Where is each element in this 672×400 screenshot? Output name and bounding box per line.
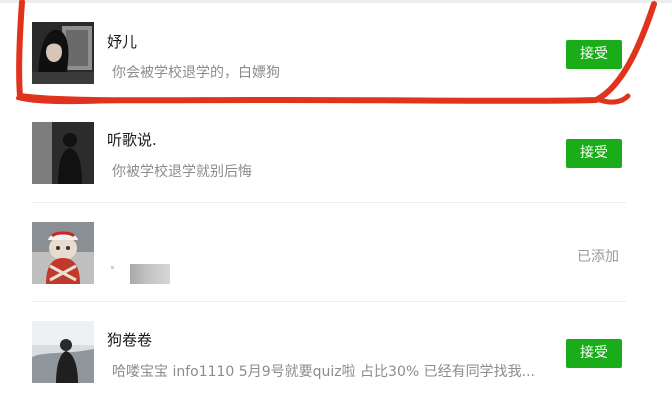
accept-button[interactable]: 接受: [566, 40, 622, 69]
request-name: 听歌说.: [107, 131, 157, 149]
friend-request-row[interactable]: 已添加: [0, 203, 672, 301]
avatar: [32, 122, 94, 184]
added-status: 已添加: [577, 249, 619, 265]
name-dot: [111, 266, 114, 269]
request-name: 狗卷卷: [107, 331, 153, 349]
friend-request-row[interactable]: 听歌说. 你被学校退学就别后悔 接受: [0, 103, 672, 201]
avatar: [32, 222, 94, 284]
friend-request-row[interactable]: 狗卷卷 哈喽宝宝 info1110 5月9号就要quiz啦 占比30% 已经有同…: [0, 302, 672, 400]
friend-request-row[interactable]: 妤儿 你会被学校退学的，白嫖狗 接受: [0, 3, 672, 101]
accept-button[interactable]: 接受: [566, 339, 622, 368]
avatar: [32, 22, 94, 84]
request-message: 哈喽宝宝 info1110 5月9号就要quiz啦 占比30% 已经有同学找我.…: [112, 364, 535, 380]
avatar: [32, 321, 94, 383]
request-name: 妤儿: [107, 33, 138, 51]
friend-requests-page: 妤儿 你会被学校退学的，白嫖狗 接受 听歌说. 你被学校退学就别后悔 接受 已添…: [0, 0, 672, 400]
blurred-name: [130, 264, 170, 284]
request-message: 你被学校退学就别后悔: [112, 164, 252, 180]
accept-button[interactable]: 接受: [566, 139, 622, 168]
request-message: 你会被学校退学的，白嫖狗: [112, 65, 280, 81]
